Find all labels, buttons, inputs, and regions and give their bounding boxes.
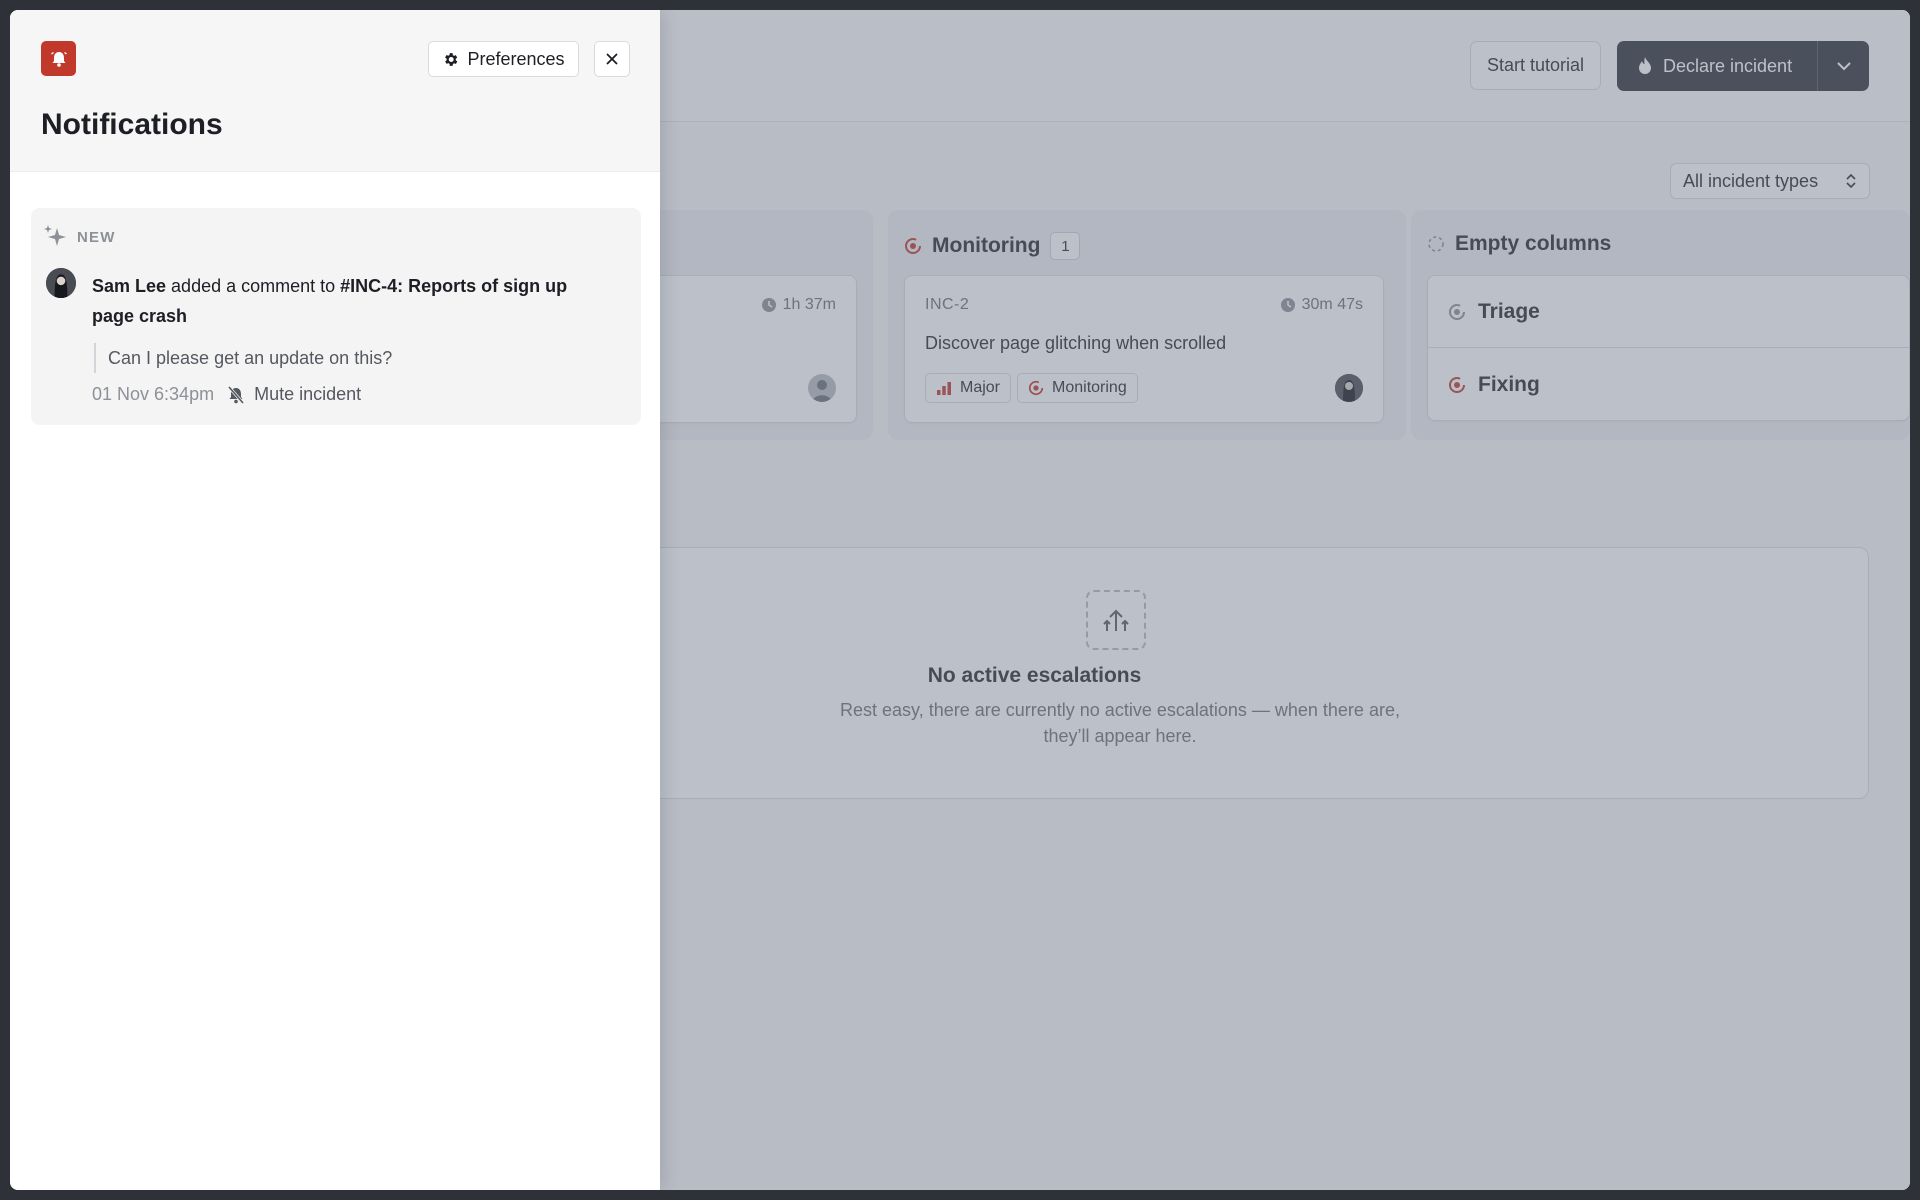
person-icon	[46, 268, 76, 298]
notification-bell-icon	[41, 41, 76, 76]
preferences-button[interactable]: Preferences	[428, 41, 579, 77]
comment-quote: Can I please get an update on this?	[94, 343, 392, 373]
new-tag-label: NEW	[77, 228, 116, 246]
notification-item[interactable]: NEW Sam Lee added a comment to #INC-4: R…	[31, 208, 641, 425]
app-window: Start tutorial Declare incident All inci…	[10, 10, 1910, 1190]
notification-actor: Sam Lee	[92, 276, 167, 296]
bell-off-icon	[227, 385, 245, 404]
actor-avatar	[46, 268, 76, 298]
notification-action: added a comment to	[166, 276, 341, 296]
mute-incident-label: Mute incident	[254, 384, 362, 404]
close-drawer-button[interactable]	[594, 41, 630, 77]
drawer-header: Preferences Notifications	[10, 10, 660, 172]
notification-timestamp: 01 Nov 6:34pm	[92, 384, 215, 404]
notification-message: Sam Lee added a comment to #INC-4: Repor…	[92, 271, 612, 331]
preferences-label: Preferences	[467, 48, 565, 69]
mute-incident-button[interactable]: Mute incident	[226, 384, 361, 405]
new-notification-tag: NEW	[43, 224, 116, 250]
sparkles-icon	[44, 225, 66, 246]
gear-icon	[445, 52, 458, 66]
notifications-drawer: Preferences Notifications NEW Sam Lee ad…	[10, 10, 660, 1190]
close-icon	[606, 53, 618, 65]
drawer-title: Notifications	[41, 108, 223, 141]
notification-meta: 01 Nov 6:34pm Mute incident	[92, 384, 361, 405]
